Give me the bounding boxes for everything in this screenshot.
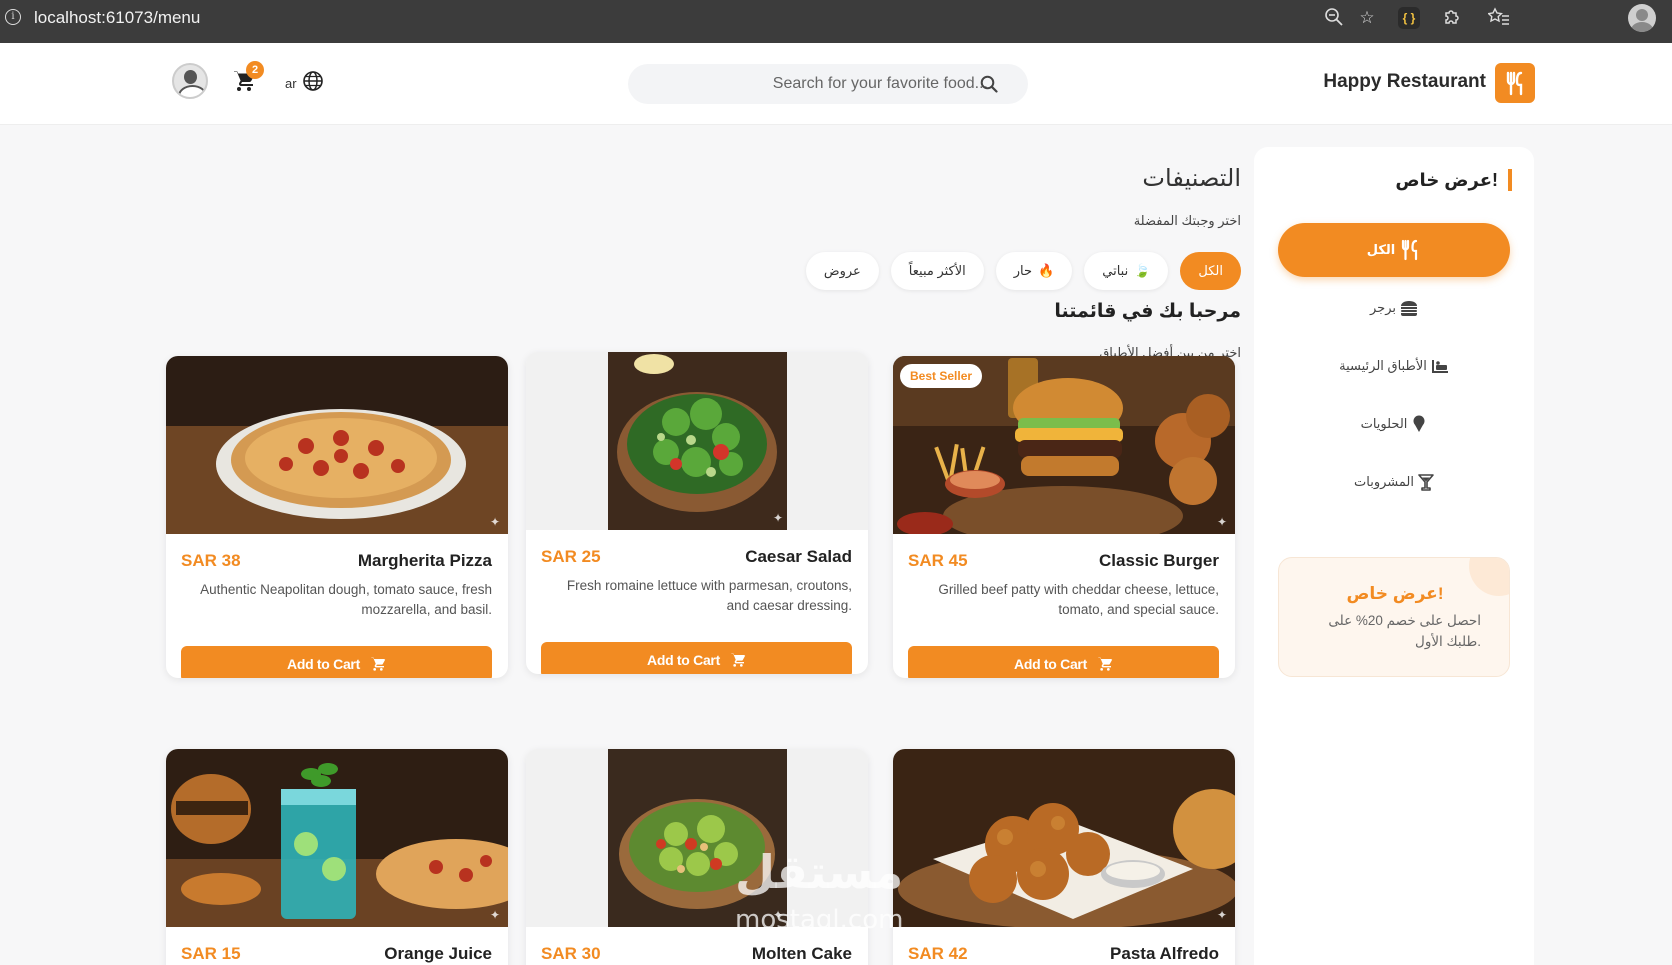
sidebar-heading: عرض خاص! [1395,169,1512,191]
category-sidebar: عرض خاص! الكل برجر الأطباق الرئيسية الحل… [1254,147,1534,965]
sparkle-icon: ✦ [772,511,783,525]
product-price: SAR 25 [541,547,601,566]
menu-main-area: التصنيفات اختر وجبتك المفضلة الكل 🍃 نباتي… [150,130,1250,965]
product-description: Fresh romaine lettuce with parmesan, cro… [566,578,852,613]
filter-chip-spicy[interactable]: 🔥 حار [995,252,1073,290]
search-icon[interactable] [980,75,998,93]
sidebar-item-label: الحلويات [1360,416,1408,431]
filter-chip-vegetarian[interactable]: 🍃 نباتي [1084,252,1169,290]
product-name: Caesar Salad [745,547,852,566]
filter-chip-best-selling[interactable]: الأكثر مبيعاً [890,252,984,290]
product-card-caesar-salad[interactable]: ✦ Caesar Salad SAR 25 Fresh romaine lett… [526,352,868,674]
categories-title: التصنيفات [1142,165,1241,192]
cart-count-badge: 2 [246,61,264,79]
add-to-cart-label: Add to Cart [647,652,720,668]
fire-icon: 🔥 [1038,263,1055,278]
sidebar-item-all[interactable]: الكل [1278,223,1510,277]
cart-icon [371,657,386,671]
utensils-icon [1402,239,1418,261]
sidebar-item-drinks[interactable]: المشروبات [1278,455,1510,509]
pizza-photo: ✦ [166,356,508,534]
burger-photo: Best Seller ✦ [893,356,1235,534]
app-header: 2 ar Happy Restaurant [0,43,1672,125]
filter-chip-offers[interactable]: عروض [805,252,879,290]
reading-list-icon[interactable] [1487,7,1510,29]
sidebar-item-main-dishes[interactable]: الأطباق الرئيسية [1278,339,1510,393]
product-description: Grilled beef patty with cheddar cheese, … [938,582,1219,617]
bookmark-star-icon[interactable]: ☆ [1356,7,1378,29]
product-card-margherita-pizza[interactable]: ✦ Margherita Pizza SAR 38 Authentic Neap… [166,356,508,678]
promo-text: احصل على خصم 20% على طلبك الأول. [1328,613,1481,649]
product-card-orange-juice[interactable]: ✦ Orange Juice SAR 15 [166,749,508,965]
add-to-cart-label: Add to Cart [287,656,360,672]
salad-bowl-photo: ✦ [526,749,868,927]
watermark-url: mostaql.com [735,905,904,935]
add-to-cart-button[interactable]: Add to Cart [908,646,1219,678]
add-to-cart-button[interactable]: Add to Cart [181,646,492,678]
site-info-icon[interactable]: i [5,9,21,25]
brand-name[interactable]: Happy Restaurant [1300,71,1486,93]
best-seller-badge: Best Seller [900,364,983,388]
product-name: Pasta Alfredo [1110,944,1219,963]
sidebar-item-label: الكل [1366,242,1396,257]
user-avatar[interactable] [172,63,208,99]
categories-subtitle: اختر وجبتك المفضلة [1133,213,1241,228]
filter-chip-label: حار [1013,263,1033,278]
welcome-title: مرحبا بك في قائمتنا [1054,301,1241,322]
language-label[interactable]: ar [285,76,297,91]
sparkle-icon: ✦ [489,515,500,529]
leaf-icon: 🍃 [1134,263,1151,278]
filter-chip-label: الكل [1198,263,1223,278]
brand-logo-utensils-icon[interactable] [1495,63,1535,103]
product-price: SAR 15 [181,944,241,963]
sparkle-icon: ✦ [489,908,500,922]
filter-chip-label: الأكثر مبيعاً [908,263,966,278]
product-name: Margherita Pizza [357,551,492,570]
zoom-icon[interactable] [1323,7,1345,29]
product-price: SAR 45 [908,551,968,570]
add-to-cart-label: Add to Cart [1014,656,1087,672]
salad-photo: ✦ [526,352,868,530]
extensions-puzzle-icon[interactable] [1441,7,1463,29]
product-card-classic-burger[interactable]: Best Seller ✦ Classic Burger SAR 45 Gril… [893,356,1235,678]
filter-chip-all[interactable]: الكل [1180,252,1241,290]
extension-devtools-icon[interactable]: { } [1398,7,1420,29]
sidebar-item-label: برجر [1370,300,1396,315]
plate-icon [1431,360,1448,373]
product-name: Molten Cake [751,944,852,963]
product-price: SAR 30 [541,944,601,963]
product-description: Authentic Neapolitan dough, tomato sauce… [200,582,492,617]
globe-icon[interactable] [302,70,324,92]
juice-photo: ✦ [166,749,508,927]
sidebar-item-label: الأطباق الرئيسية [1339,358,1427,373]
add-to-cart-button[interactable]: Add to Cart [541,642,852,674]
watermark-logo: مستقل [735,845,904,899]
search-input[interactable] [648,64,988,104]
filter-chip-label: عروض [823,263,861,278]
promo-title: عرض خاص! [1346,584,1444,603]
burger-icon [1401,301,1417,316]
search-bar [628,64,1028,104]
product-card-pasta-alfredo[interactable]: ✦ Pasta Alfredo SAR 42 [893,749,1235,965]
sidebar-item-burger[interactable]: برجر [1278,281,1510,335]
product-price: SAR 42 [908,944,968,963]
sidebar-item-label: المشروبات [1354,474,1414,489]
fried-chicken-photo: ✦ [893,749,1235,927]
filter-chips: الكل 🍃 نباتي 🔥 حار الأكثر مبيعاً عروض [805,252,1241,290]
browser-toolbar: i localhost:61073/menu ☆ { } [0,0,1672,43]
cocktail-icon [1418,474,1434,491]
ice-cream-icon [1413,415,1425,432]
cart-icon [731,653,746,667]
sparkle-icon: ✦ [1216,515,1227,529]
filter-chip-label: نباتي [1102,263,1129,278]
sparkle-icon: ✦ [1216,908,1227,922]
cart-icon [1098,657,1113,671]
product-price: SAR 38 [181,551,241,570]
product-name: Orange Juice [384,944,492,963]
address-bar[interactable]: localhost:61073/menu [34,8,200,28]
product-name: Classic Burger [1099,551,1219,570]
promo-card: عرض خاص! احصل على خصم 20% على طلبك الأول… [1278,557,1510,677]
sidebar-item-desserts[interactable]: الحلويات [1278,397,1510,451]
browser-profile-avatar[interactable] [1628,4,1656,32]
